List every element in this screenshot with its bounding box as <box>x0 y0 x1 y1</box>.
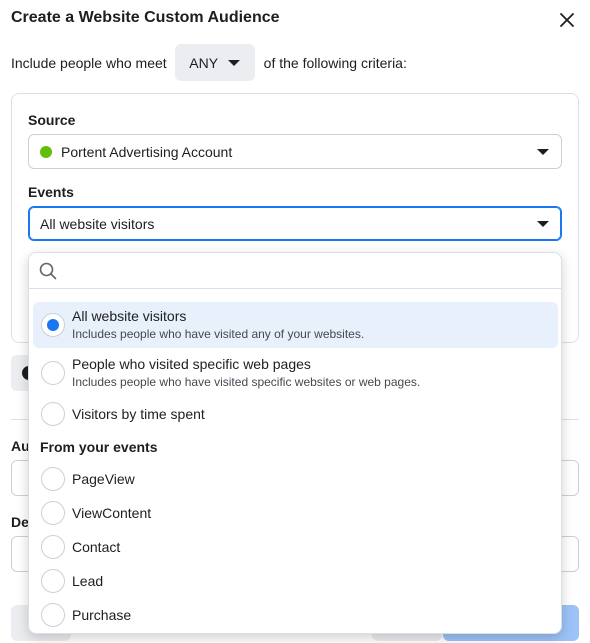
caret-down-icon <box>537 148 549 155</box>
radio-icon <box>41 535 65 559</box>
option-purchase[interactable]: Purchase <box>33 600 558 630</box>
option-title: ViewContent <box>72 504 152 521</box>
description-label: De <box>11 514 29 530</box>
events-value: All website visitors <box>40 215 155 232</box>
option-description: Includes people who have visited specifi… <box>72 375 421 389</box>
radio-icon <box>41 402 65 426</box>
radio-icon <box>41 361 65 385</box>
option-contact[interactable]: Contact <box>33 532 558 562</box>
option-title: Lead <box>72 572 104 589</box>
option-pageview[interactable]: PageView <box>33 464 558 494</box>
option-time-spent[interactable]: Visitors by time spent <box>33 398 558 430</box>
radio-icon <box>41 501 65 525</box>
events-select[interactable]: All website visitors <box>28 206 562 241</box>
dropdown-search <box>29 253 561 289</box>
option-title: Contact <box>72 538 121 555</box>
events-label: Events <box>28 184 74 200</box>
close-button[interactable] <box>556 9 578 31</box>
match-type-dropdown[interactable]: ANY <box>174 44 255 81</box>
dialog-title: Create a Website Custom Audience <box>11 9 280 26</box>
option-viewcontent[interactable]: ViewContent <box>33 498 558 528</box>
search-icon <box>39 262 57 279</box>
section-heading: From your events <box>40 439 158 455</box>
radio-icon <box>41 467 65 491</box>
option-title: All website visitors <box>72 308 187 324</box>
option-specific-web-pages[interactable]: People who visited specific web pages In… <box>33 350 558 396</box>
option-title: Visitors by time spent <box>72 405 205 422</box>
option-all-website-visitors[interactable]: All website visitors Includes people who… <box>33 302 558 348</box>
radio-icon <box>41 569 65 593</box>
status-dot-icon <box>40 145 52 158</box>
option-lead[interactable]: Lead <box>33 566 558 596</box>
option-description: Includes people who have visited any of … <box>72 327 365 341</box>
option-title: Purchase <box>72 606 132 623</box>
criteria-row: Include people who meet ANY of the follo… <box>11 44 407 81</box>
criteria-suffix: of the following criteria: <box>263 54 407 71</box>
criteria-prefix: Include people who meet <box>11 54 167 71</box>
source-value: Portent Advertising Account <box>61 143 233 160</box>
match-type-value: ANY <box>189 54 219 71</box>
caret-down-icon <box>228 59 241 66</box>
events-dropdown: All website visitors Includes people who… <box>28 252 562 634</box>
search-input[interactable] <box>65 255 561 286</box>
caret-down-icon <box>537 220 549 227</box>
radio-icon <box>41 603 65 627</box>
option-title: PageView <box>72 470 135 487</box>
close-icon <box>560 13 574 27</box>
audience-name-label: Au <box>11 438 30 454</box>
radio-selected-icon <box>41 313 65 337</box>
source-label: Source <box>28 112 76 128</box>
source-select[interactable]: Portent Advertising Account <box>28 134 562 169</box>
option-title: People who visited specific web pages <box>72 356 311 372</box>
